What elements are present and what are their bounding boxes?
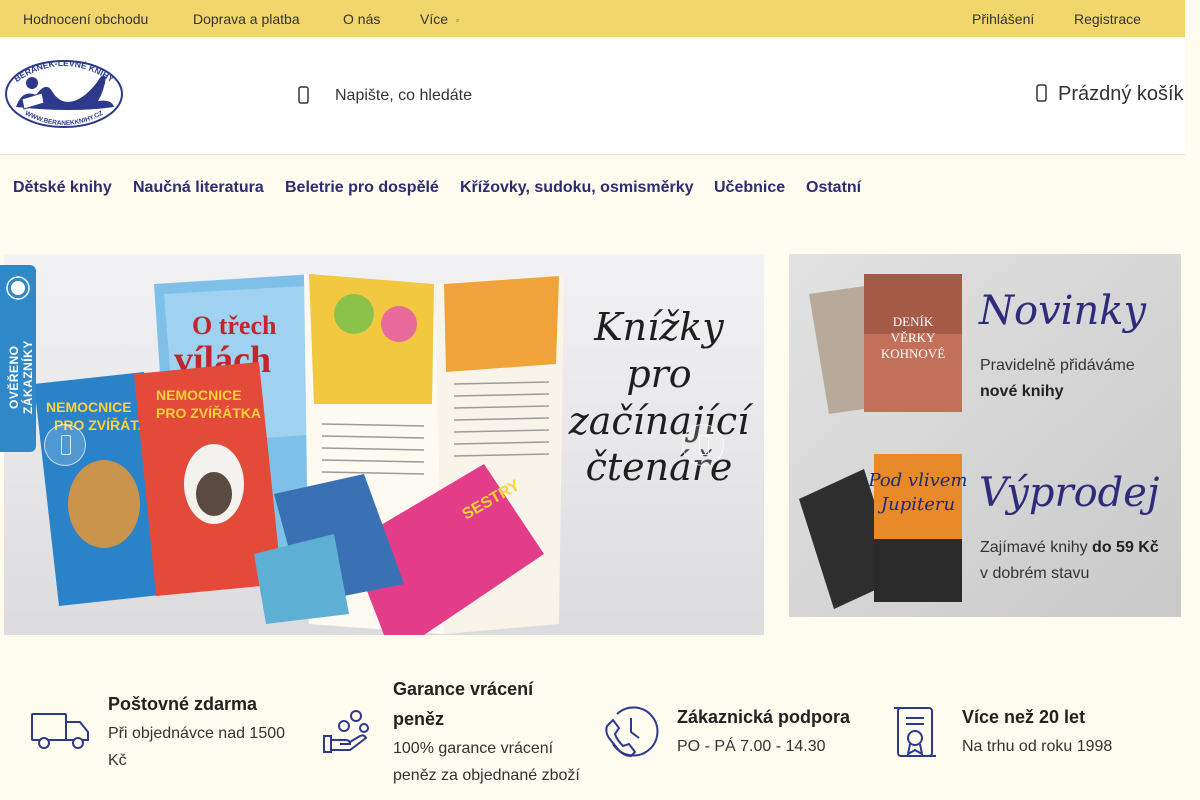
- certificate-icon: [894, 707, 936, 757]
- nav-item-naucna-literatura[interactable]: Naučná literatura: [133, 179, 264, 197]
- hero-image: O třech vílách NEMOCNICE PRO ZVÍŘÁTA NEM…: [4, 254, 764, 635]
- nav-item-krizovky[interactable]: Křížovky, sudoku, osmisměrky: [460, 179, 694, 197]
- svg-text:O třech: O třech: [192, 311, 277, 340]
- svg-text:NEMOCNICE: NEMOCNICE: [156, 387, 242, 403]
- nav-item-ucebnice[interactable]: Učebnice: [714, 179, 785, 197]
- svg-text:NEMOCNICE: NEMOCNICE: [46, 399, 132, 415]
- svg-text:PRO ZVÍŘÁTKA: PRO ZVÍŘÁTKA: [156, 404, 261, 421]
- feature-desc-garance-1: 100% garance vrácení: [393, 740, 554, 757]
- nav-item-detske-knihy[interactable]: Dětské knihy: [13, 179, 112, 197]
- nav-item-beletrie[interactable]: Beletrie pro dospělé: [285, 179, 439, 197]
- hero-text-line1: Knížky: [593, 305, 724, 349]
- site-logo[interactable]: BERÁNEK-LEVNÉ KNIHY WWW.BERANEKKNIHY.CZ: [2, 51, 126, 133]
- top-bar: Hodnocení obchodu Doprava a platba O nás…: [0, 0, 1185, 37]
- register-link[interactable]: Registrace: [1074, 11, 1141, 27]
- feature-title-postovne: Poštovné zdarma: [108, 694, 258, 714]
- svg-text:DENÍK: DENÍK: [893, 314, 934, 329]
- cart-icon: [1036, 84, 1047, 102]
- vyprodej-title: Výprodej: [979, 470, 1159, 516]
- verified-by-customers-badge[interactable]: OVĚŘENO ZÁKAZNÍKY: [0, 265, 36, 452]
- svg-text:KOHNOVÉ: KOHNOVÉ: [881, 346, 945, 361]
- vyprodej-text1: Zajímavé knihy: [980, 539, 1092, 556]
- nav-item-ostatni[interactable]: Ostatní: [806, 179, 861, 197]
- feature-desc-postovne-1: Při objednávce nad 1500: [108, 725, 286, 742]
- login-link[interactable]: Přihlášení: [972, 11, 1034, 27]
- promo-image: DENÍK VĚRKY KOHNOVÉ Pod vlivem Jupiteru …: [789, 254, 1181, 617]
- chevron-right-icon: [699, 435, 709, 455]
- feature-desc-20-let: Na trhu od roku 1998: [962, 738, 1113, 755]
- verified-seal-icon: [6, 276, 30, 300]
- hero-text-line3: začínající: [568, 399, 754, 443]
- feature-desc-postovne-2: Kč: [108, 752, 127, 769]
- novinky-text2: nové knihy: [980, 383, 1064, 400]
- feature-title-podpora: Zákaznická podpora: [677, 707, 851, 727]
- site-header: BERÁNEK-LEVNÉ KNIHY WWW.BERANEKKNIHY.CZ …: [0, 37, 1185, 155]
- truck-icon: [31, 713, 89, 749]
- chevron-left-icon: [61, 435, 71, 455]
- carousel-prev-button[interactable]: [44, 424, 86, 466]
- svg-text:VĚRKY: VĚRKY: [891, 330, 936, 345]
- vice-label: Více: [420, 11, 449, 27]
- feature-title-20-let: Více než 20 let: [962, 707, 1086, 727]
- svg-text:Pod vlivem: Pod vlivem: [867, 470, 967, 491]
- cart-button[interactable]: Prázdný košík: [1036, 83, 1184, 106]
- cart-label: Prázdný košík: [1058, 83, 1184, 105]
- feature-desc-garance-2: peněz za objednané zboží: [393, 767, 580, 784]
- svg-text:Jupiteru: Jupiteru: [877, 494, 955, 515]
- vyprodej-text2: v dobrém stavu: [980, 565, 1089, 582]
- chevron-down-icon: ▫: [456, 15, 459, 25]
- topbar-link-o-nas[interactable]: O nás: [343, 11, 380, 27]
- hero-carousel[interactable]: O třech vílách NEMOCNICE PRO ZVÍŘÁTA NEM…: [4, 254, 764, 635]
- novinky-text1: Pravidelně přidáváme: [980, 357, 1135, 374]
- feature-title-garance-2: peněz: [393, 709, 445, 729]
- hero-text-line2: pro: [626, 352, 691, 396]
- novinky-title: Novinky: [978, 288, 1147, 334]
- money-hand-icon: [323, 710, 369, 753]
- clock-phone-icon: [605, 706, 659, 758]
- search-input[interactable]: Napište, co hledáte: [335, 87, 472, 105]
- carousel-next-button[interactable]: [682, 424, 724, 466]
- topbar-link-doprava[interactable]: Doprava a platba: [193, 11, 300, 27]
- vyprodej-bold: do 59 Kč: [1092, 539, 1159, 556]
- side-promo-banner[interactable]: DENÍK VĚRKY KOHNOVÉ Pod vlivem Jupiteru …: [789, 254, 1181, 617]
- search-icon[interactable]: [296, 85, 312, 105]
- feature-desc-podpora: PO - PÁ 7.00 - 14.30: [677, 738, 826, 755]
- badge-label: OVĚŘENO ZÁKAZNÍKY: [7, 340, 35, 414]
- feature-title-garance-1: Garance vrácení: [393, 679, 534, 699]
- topbar-menu-vice[interactable]: Více ▫: [420, 11, 459, 27]
- svg-text:Zajímavé knihy do 59 Kč: Zajímavé knihy do 59 Kč: [980, 539, 1159, 556]
- topbar-link-hodnoceni[interactable]: Hodnocení obchodu: [23, 11, 148, 27]
